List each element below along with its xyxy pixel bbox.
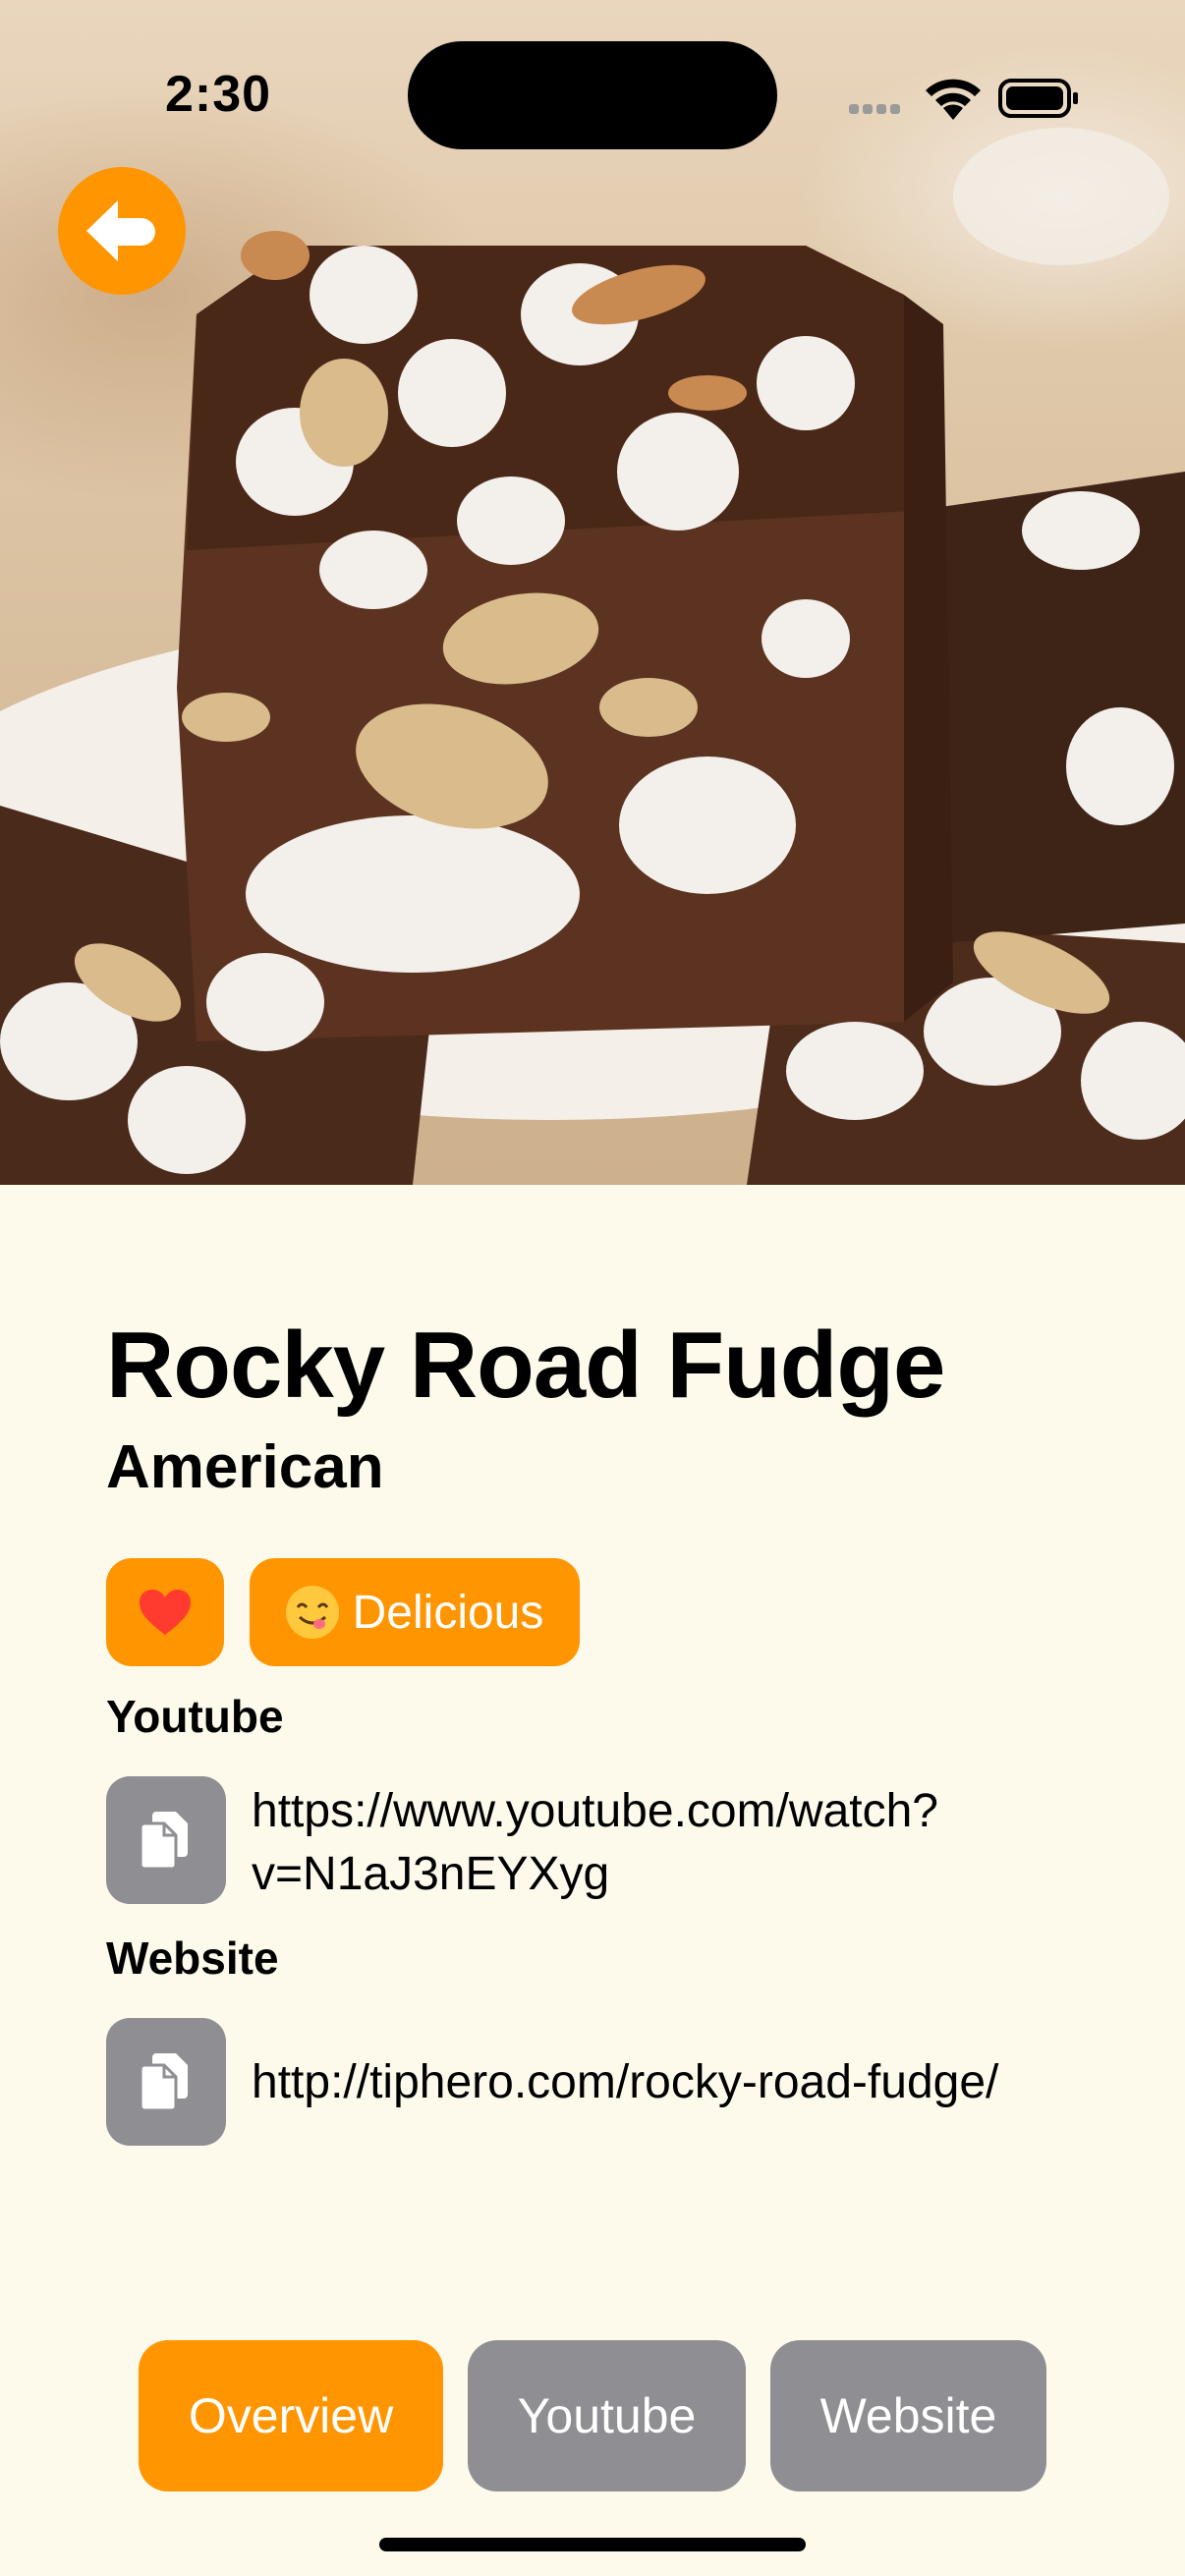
dynamic-island [408,41,777,149]
status-icons [847,69,1083,133]
website-link[interactable]: http://tiphero.com/rocky-road-fudge/ [252,2051,998,2114]
youtube-link-line1: https://www.youtube.com/watch? [252,1785,938,1837]
website-section-label: Website [106,1932,279,1984]
youtube-link-line2: v=N1aJ3nEYXyg [252,1848,610,1900]
tab-youtube[interactable]: Youtube [468,2340,746,2492]
copy-website-link-button[interactable] [106,2018,226,2146]
signal-icon [849,104,900,114]
copy-youtube-link-button[interactable] [106,1776,226,1904]
favorite-button[interactable] [106,1558,224,1666]
copy-doc-icon [139,2053,188,2112]
home-indicator[interactable] [379,2538,806,2551]
wifi-icon [926,79,981,120]
youtube-section-label: Youtube [106,1691,284,1742]
recipe-title: Rocky Road Fudge [106,1313,945,1418]
youtube-link[interactable]: https://www.youtube.com/watch? v=N1aJ3nE… [252,1780,938,1906]
taste-tag-chip[interactable]: Delicious [250,1558,580,1666]
tab-website[interactable]: Website [770,2340,1046,2492]
heart-icon [140,1590,191,1635]
back-button[interactable] [58,167,186,295]
status-time: 2:30 [165,66,272,123]
arrow-left-icon [86,200,155,261]
copy-doc-icon [139,1812,188,1871]
taste-tag-label: Delicious [352,1586,544,1639]
recipe-cuisine: American [106,1433,384,1501]
battery-icon [998,79,1078,118]
fudge-photo-illustration [0,128,1185,1185]
website-link-line1: http://tiphero.com/rocky-road-fudge/ [252,2056,999,2108]
tab-overview[interactable]: Overview [139,2340,443,2492]
yum-face-emoji-icon [285,1586,339,1639]
recipe-photo [0,0,1185,1185]
